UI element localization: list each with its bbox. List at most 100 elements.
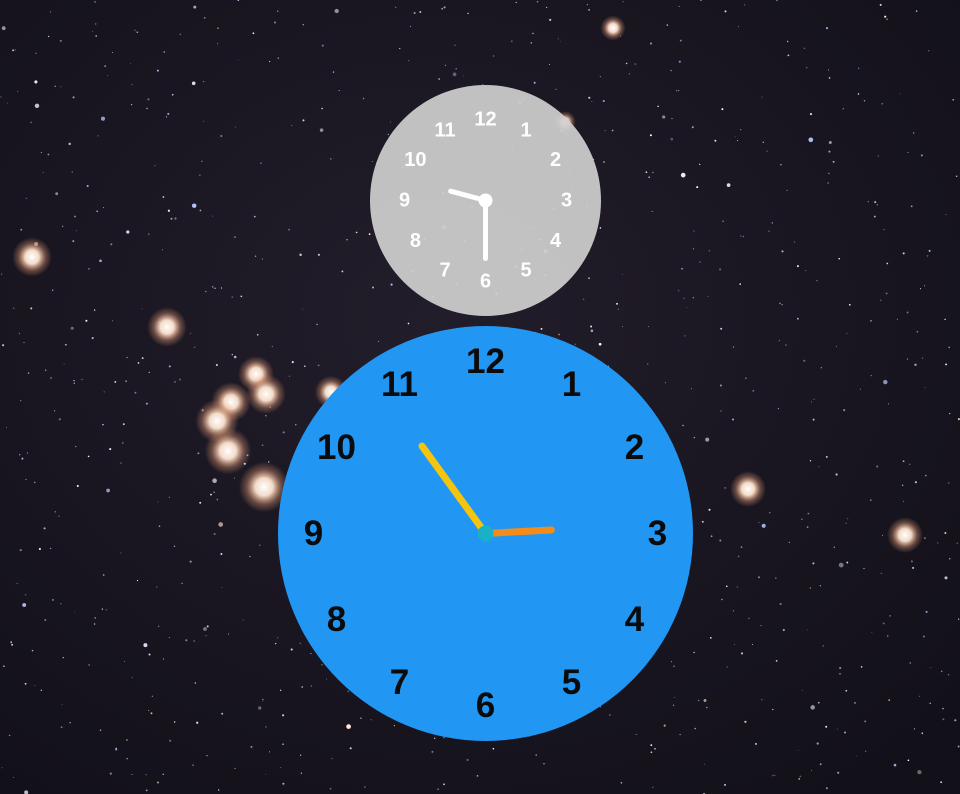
star (719, 539, 722, 542)
star (692, 248, 694, 250)
star (812, 562, 815, 565)
star (662, 115, 666, 119)
star (158, 525, 161, 527)
star (157, 501, 159, 503)
star (864, 720, 867, 723)
star (863, 99, 866, 102)
star (838, 562, 844, 568)
star (163, 51, 166, 53)
star (137, 362, 140, 364)
star (762, 141, 764, 143)
star (925, 610, 928, 613)
star (650, 751, 653, 754)
star (91, 337, 94, 340)
star (928, 249, 931, 252)
star (205, 635, 207, 637)
star (921, 732, 924, 735)
star (928, 50, 930, 52)
star (242, 619, 244, 621)
star (194, 346, 196, 348)
star (73, 379, 75, 382)
star (761, 96, 763, 98)
clock-numeral-3: 3 (561, 190, 572, 212)
bright-star (147, 307, 187, 347)
star (199, 501, 202, 504)
star (754, 742, 757, 745)
star (771, 222, 774, 224)
star (820, 367, 822, 369)
star (265, 774, 267, 775)
star (720, 327, 723, 330)
analog-clock-widget-small[interactable]: 12 1 2 3 4 5 6 7 8 9 10 11 (370, 85, 601, 316)
star (945, 363, 948, 366)
star (231, 353, 233, 356)
star (721, 598, 723, 601)
star (103, 391, 105, 393)
star (825, 455, 828, 458)
star (199, 209, 202, 212)
star (93, 623, 96, 625)
star (162, 196, 165, 198)
star (657, 105, 659, 108)
star (408, 60, 410, 62)
star (3, 665, 5, 667)
star (781, 303, 783, 306)
star (812, 418, 815, 421)
star (125, 380, 127, 383)
star (828, 77, 831, 79)
star (760, 625, 762, 627)
star (914, 363, 917, 367)
star (761, 523, 766, 528)
star (557, 38, 559, 40)
clock-numeral-4: 4 (625, 600, 645, 639)
star (859, 388, 861, 390)
star (18, 332, 21, 335)
star (249, 555, 251, 558)
star (768, 511, 771, 514)
star (91, 30, 93, 32)
star (787, 54, 790, 57)
star (75, 446, 77, 448)
star (134, 29, 136, 31)
clock-numeral-6: 6 (480, 271, 491, 293)
star (16, 582, 18, 584)
star (837, 771, 840, 774)
star (233, 355, 237, 359)
star (947, 482, 950, 484)
star (603, 161, 605, 163)
star (55, 192, 59, 196)
star (231, 296, 234, 298)
star (202, 120, 204, 122)
star (199, 174, 201, 176)
star (334, 8, 339, 14)
star (545, 6, 548, 9)
star (35, 52, 37, 54)
star (548, 63, 550, 65)
star (181, 582, 183, 585)
star (957, 618, 960, 620)
star (148, 653, 151, 656)
star (885, 292, 888, 295)
star (332, 71, 335, 73)
star (11, 643, 14, 646)
star (882, 622, 885, 625)
star (807, 512, 810, 515)
clock-numeral-12: 12 (474, 109, 496, 131)
star (54, 85, 56, 87)
star (105, 609, 108, 611)
star (621, 273, 623, 275)
star (194, 682, 196, 684)
star (899, 93, 901, 95)
star (826, 27, 828, 30)
analog-clock-widget-large[interactable]: 12 1 2 3 4 5 6 7 8 9 10 11 (278, 326, 693, 741)
star (34, 685, 36, 686)
star (611, 129, 614, 132)
star (120, 462, 122, 464)
star (808, 137, 814, 143)
star (915, 10, 918, 12)
clock-numeral-1: 1 (520, 119, 531, 141)
star (115, 747, 117, 750)
star (94, 1, 96, 3)
star (780, 163, 782, 166)
bright-star (730, 471, 766, 507)
